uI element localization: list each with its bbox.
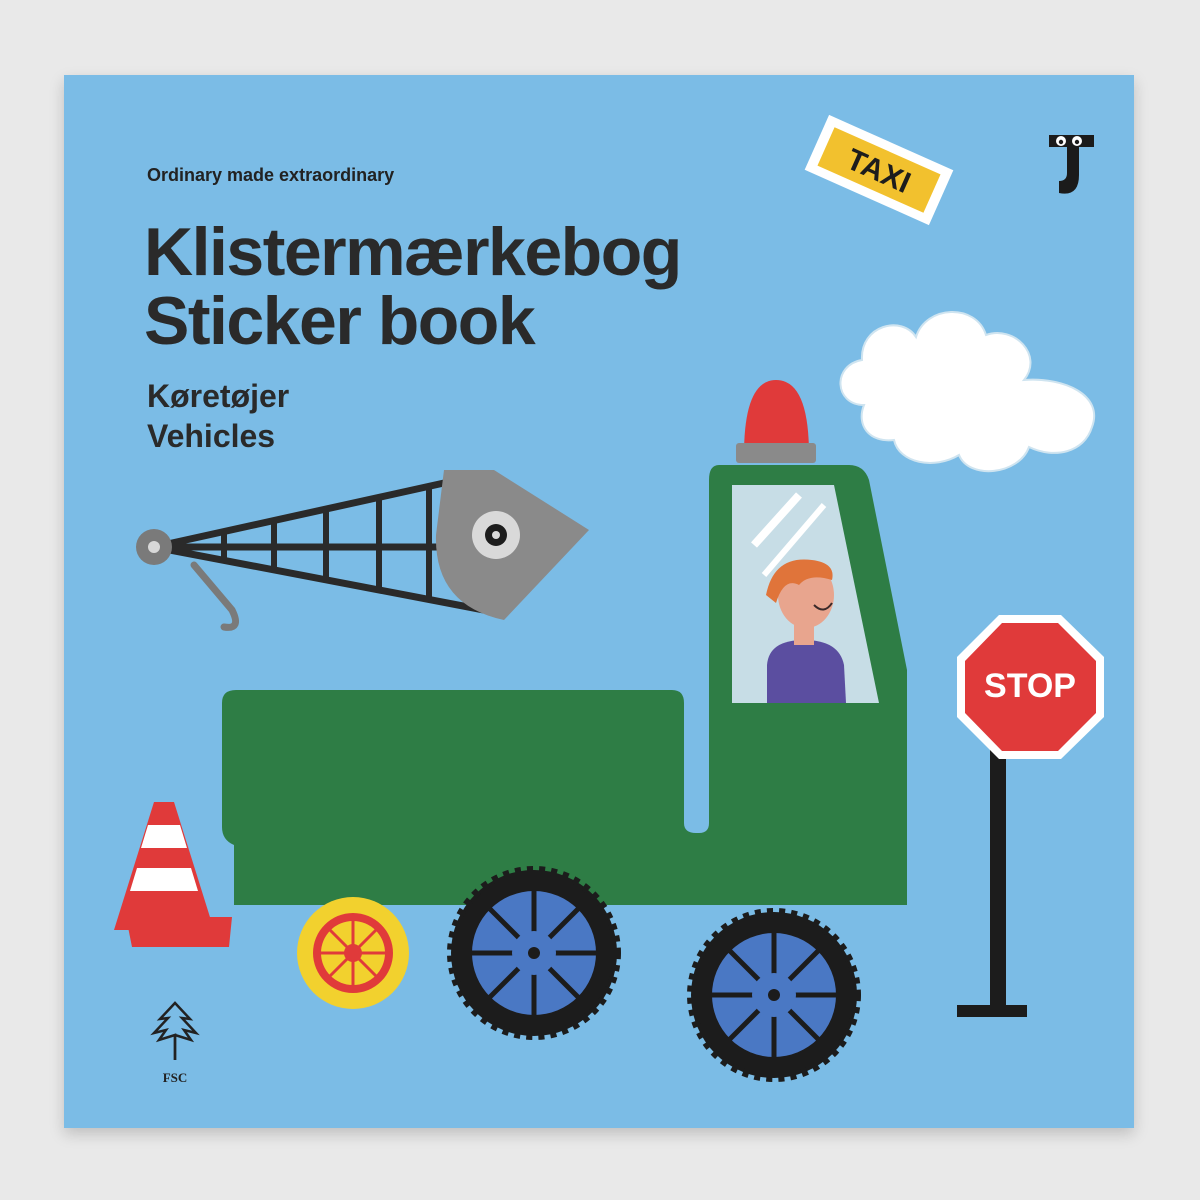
stop-label: STOP	[984, 667, 1076, 705]
title-danish: Klistermærkebog	[144, 214, 682, 290]
crane-arm	[136, 470, 589, 631]
taxi-sign-sticker: TAXI	[804, 114, 954, 226]
front-wheel	[447, 866, 621, 1040]
traffic-cone-sticker	[114, 802, 232, 947]
tree-icon	[150, 1001, 200, 1060]
subtitle-danish: Køretøjer	[147, 378, 290, 414]
subtitle-english: Vehicles	[147, 418, 276, 454]
stop-sign-sticker: STOP	[957, 615, 1104, 1017]
title-english: Sticker book	[144, 283, 536, 359]
rear-wheel	[687, 908, 861, 1082]
t-logo-icon	[1049, 135, 1094, 194]
book-cover: TAXI STOP Ordinary made extraordinary Kl…	[64, 75, 1134, 1128]
tagline: Ordinary made extraordinary	[147, 165, 395, 185]
cloud-sticker	[839, 311, 1096, 473]
spare-wheel-sticker	[297, 897, 409, 1009]
siren-light	[736, 380, 816, 463]
fsc-label: FSC	[162, 1070, 188, 1085]
